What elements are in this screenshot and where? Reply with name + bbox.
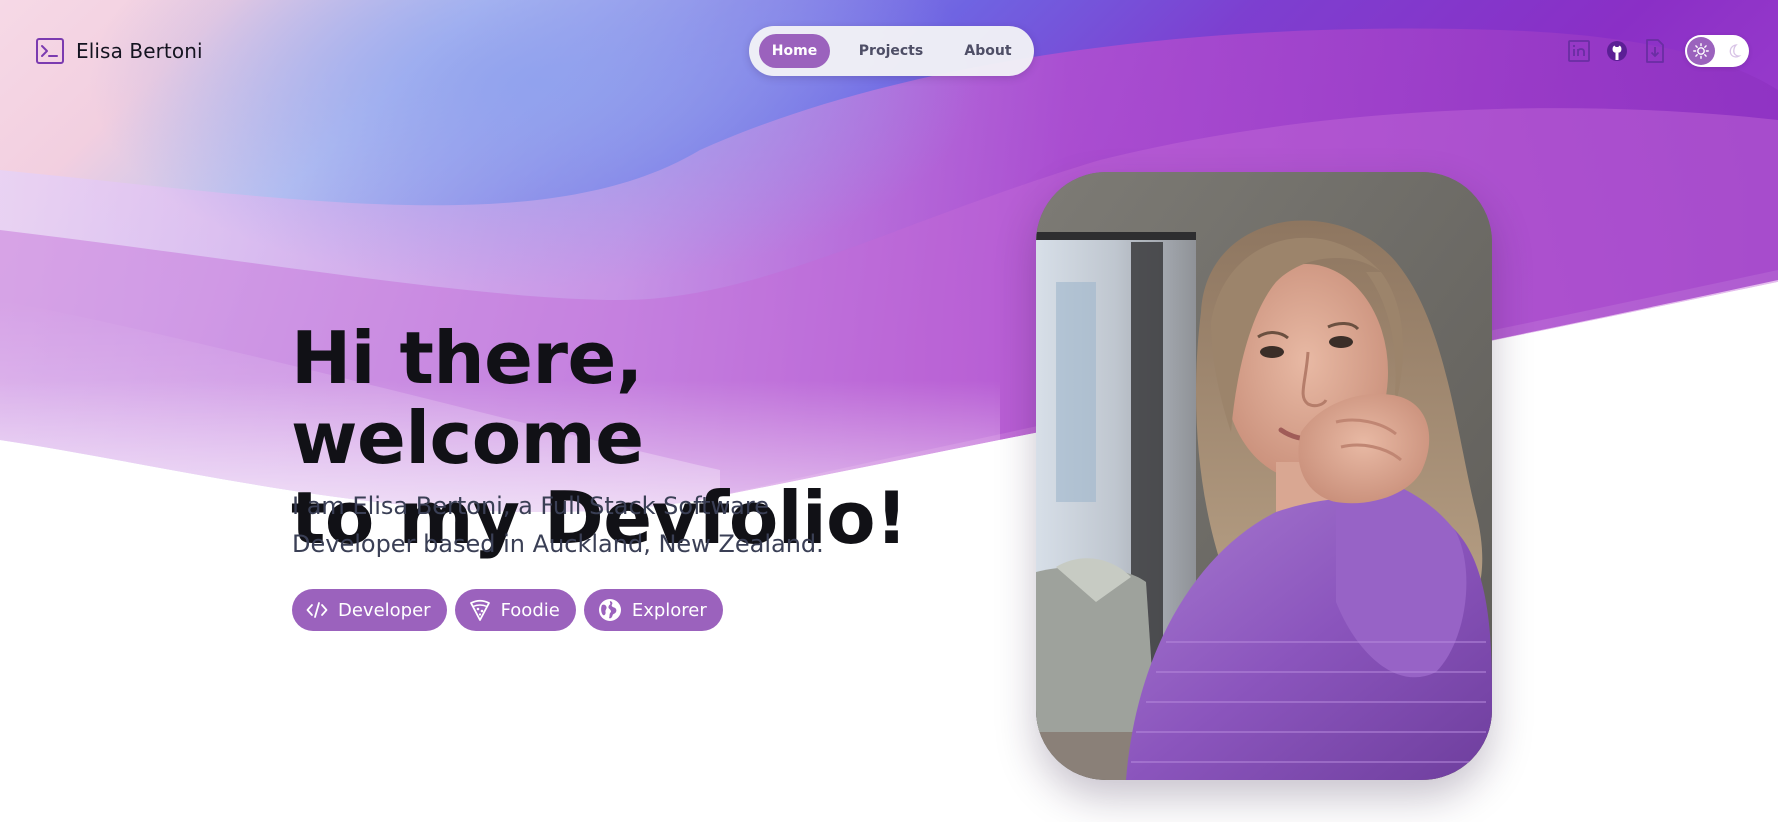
tag-explorer[interactable]: Explorer <box>583 589 723 631</box>
hero-tags: Developer Foodie Explorer <box>292 589 723 631</box>
terminal-icon <box>36 38 64 64</box>
nav-home[interactable]: Home <box>759 34 830 68</box>
globe-icon <box>598 599 621 621</box>
sun-icon <box>1693 43 1709 59</box>
nav-projects[interactable]: Projects <box>830 34 952 68</box>
github-icon <box>1607 41 1627 61</box>
download-cv-link[interactable] <box>1642 38 1668 64</box>
linkedin-link[interactable] <box>1566 38 1592 64</box>
code-icon <box>306 602 328 618</box>
hero-title-line1: Hi there, welcome <box>291 316 644 480</box>
main-nav: Home Projects About <box>749 26 1034 76</box>
linkedin-icon <box>1568 40 1590 62</box>
hero-subtitle-line2: Developer based in Auckland, New Zealand… <box>292 530 824 558</box>
tag-label: Developer <box>338 599 431 621</box>
tag-label: Explorer <box>631 599 707 621</box>
profile-photo <box>1036 172 1492 780</box>
nav-about[interactable]: About <box>952 34 1024 68</box>
tag-label: Foodie <box>500 599 560 621</box>
moon-icon <box>1729 44 1742 58</box>
github-link[interactable] <box>1604 38 1630 64</box>
tag-foodie[interactable]: Foodie <box>454 589 576 631</box>
hero-subtitle-line1: I am Elisa Bertoni, a Full Stack Softwar… <box>292 492 769 520</box>
hero-subtitle: I am Elisa Bertoni, a Full Stack Softwar… <box>292 487 892 563</box>
tag-developer[interactable]: Developer <box>292 589 447 631</box>
download-cv-icon <box>1646 39 1664 63</box>
social-links <box>1566 38 1668 64</box>
toggle-knob <box>1687 37 1715 65</box>
pizza-icon <box>469 599 490 621</box>
brand-name: Elisa Bertoni <box>76 39 203 63</box>
theme-toggle[interactable] <box>1685 35 1749 67</box>
brand[interactable]: Elisa Bertoni <box>36 38 203 64</box>
